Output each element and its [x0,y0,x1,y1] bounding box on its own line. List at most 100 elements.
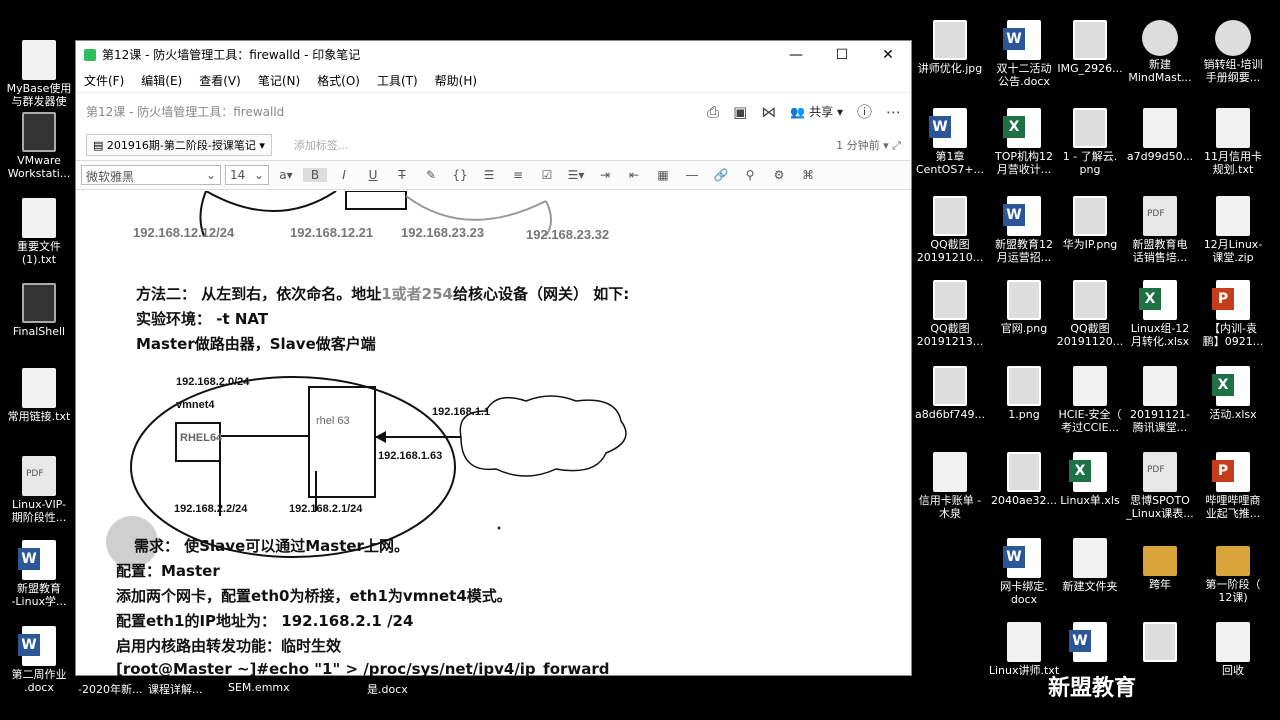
desktop-icon[interactable]: VMware Workstati... [0,112,78,180]
italic-icon[interactable]: I [332,168,356,182]
desktop-icon[interactable]: HCIE-安全（ 考过CCIE... [1051,366,1129,434]
highlight-icon[interactable]: ✎ [419,168,443,182]
menu-edit[interactable]: 编辑(E) [141,72,182,89]
print-icon[interactable]: ⎙ [707,103,719,121]
desktop-icon[interactable]: 新盟教育 -Linux学... [0,540,78,608]
desktop-icon-label: 第二周作业 .docx [11,668,67,694]
underline-icon[interactable]: U [361,168,385,182]
menu-format[interactable]: 格式(O) [317,72,360,89]
shortcut-icon[interactable]: ⌘ [796,168,820,182]
desktop-icon[interactable]: 销转组-培训 手册纲要... [1194,20,1272,84]
bold-icon[interactable]: B [303,168,327,182]
divider-icon[interactable]: ― [680,168,704,182]
chevron-down-icon: ⌄ [253,168,264,182]
notebook-selector[interactable]: ▤ 201916期-第二阶段-授课笔记 ▾ [86,134,272,156]
doc-file-icon [1143,366,1177,406]
desktop-icon[interactable]: 新建 MindMast... [1121,20,1199,84]
minimize-button[interactable]: — [773,47,819,63]
desktop-icon-label: Linux单.xls [1060,494,1120,507]
desktop-icon[interactable]: 12月Linux- 课堂.zip [1194,196,1272,264]
indent-icon[interactable]: ⇥ [593,168,617,182]
img-file-icon [1073,108,1107,148]
ppt-file-icon [1212,280,1250,320]
menu-file[interactable]: 文件(F) [84,72,124,89]
desktop-icon[interactable]: Linux组-12 月转化.xlsx [1121,280,1199,348]
share-nodes-icon[interactable]: ⋈ [761,103,776,121]
desktop-icon-label: 第1章 CentOS7+... [915,150,985,176]
share-button[interactable]: 👥 共享 ▾ [790,103,843,120]
strikethrough-icon[interactable]: T [390,168,414,182]
taskbar-item[interactable]: SEM.emmx [228,681,290,694]
tag-input[interactable]: 添加标签... [294,137,349,153]
menu-help[interactable]: 帮助(H) [435,72,477,89]
bullet-list-icon[interactable]: ☰ [477,168,501,182]
desktop-icon[interactable]: IMG_2926... [1051,20,1129,75]
close-button[interactable]: ✕ [865,47,911,63]
share-label: 共享 [809,105,834,119]
desktop-icon[interactable]: 新盟教育电 话销售培... [1121,196,1199,264]
desktop-icon[interactable]: 华为IP.png [1051,196,1129,251]
desktop-icon[interactable]: 跨年 [1121,538,1199,591]
desktop-icon[interactable]: a7d99d50... [1121,108,1199,163]
info-icon[interactable]: ⓘ [857,101,872,122]
desktop-icon[interactable]: 第二周作业 .docx [0,626,78,694]
desktop-icon[interactable]: 哔哩哔哩商 业起飞推... [1194,452,1272,520]
link-icon[interactable]: 🔗 [709,168,733,182]
font-family-select[interactable]: 微软雅黑 ⌄ [81,165,221,185]
desktop-icon[interactable]: 11月信用卡 规划.txt [1194,108,1272,176]
desktop-icon[interactable]: 1 - 了解云. png [1051,108,1129,176]
desktop-icon[interactable]: Linux单.xls [1051,452,1129,507]
forward-line: 启用内核路由转发功能：临时生效 [116,637,342,655]
desktop-icon[interactable]: 讲师优化.jpg [911,20,989,75]
desktop-icon[interactable]: QQ截图 20191213... [911,280,989,348]
desktop-icon[interactable]: 重要文件 (1).txt [0,198,78,266]
checkbox-icon[interactable]: ☑ [535,168,559,182]
taskbar-item[interactable]: 课程详解... [148,681,203,697]
desktop-icon[interactable]: Linux-VIP- 期阶段性... [0,456,78,524]
outdent-icon[interactable]: ⇤ [622,168,646,182]
code-icon[interactable]: {} [448,168,472,182]
desktop-icon[interactable] [1121,622,1199,664]
desktop-icon[interactable]: QQ截图 20191120... [1051,280,1129,348]
desktop-icon[interactable] [1051,622,1129,664]
desktop-icon[interactable]: 第1章 CentOS7+... [911,108,989,176]
font-size-select[interactable]: 14 ⌄ [225,165,269,185]
font-color-icon[interactable]: a▾ [274,168,298,182]
desktop-icon[interactable]: 思博SPOTO _Linux课表... [1121,452,1199,520]
location-icon[interactable]: ⚲ [738,168,762,182]
desktop-icon[interactable]: MyBase使用 与群发器使 [0,40,78,108]
note-title[interactable]: 第12课 - 防火墙管理工具：firewalld [86,103,693,120]
desktop-icon[interactable]: 常用链接.txt [0,368,78,423]
watermark: 新盟教育 [1048,676,1137,701]
desktop-icon[interactable]: 新建文件夹 [1051,538,1129,593]
present-icon[interactable]: ▣ [733,103,747,121]
taskbar-item[interactable]: 是.docx [367,681,408,697]
desktop-icon[interactable]: FinalShell [0,283,78,338]
menu-view[interactable]: 查看(V) [199,72,241,89]
table-icon[interactable]: ▦ [651,168,675,182]
menu-tools[interactable]: 工具(T) [377,72,418,89]
folder-file-icon [1143,546,1177,576]
more-icon[interactable]: ⋯ [886,103,901,121]
desktop-icon[interactable]: 回收 [1194,622,1272,677]
desktop-icon[interactable]: 信用卡账单 - 木泉 [911,452,989,520]
menu-note[interactable]: 笔记(N) [258,72,300,89]
env-line: 实验环境： -t NAT [136,310,269,328]
maximize-button[interactable]: ☐ [819,47,865,63]
desktop-icon[interactable]: 【内训-袁 鹏】0921... [1194,280,1272,348]
desktop-icon[interactable]: QQ截图 20191210... [911,196,989,264]
method2-line: 方法二： 从左到右，依次命名。地址1或者254给核心设备（网关） 如下: [136,283,629,304]
settings-icon[interactable]: ⚙ [767,168,791,182]
excel-file-icon [1139,280,1177,320]
numbered-list-icon[interactable]: ≡ [506,168,530,182]
note-content[interactable]: 192.168.12.12/24 192.168.12.21 192.168.2… [76,191,911,677]
desktop-icon[interactable]: a8d6bf749... [911,366,989,421]
desktop-icon-label: Linux组-12 月转化.xlsx [1130,322,1190,348]
desktop-icon[interactable]: 活动.xlsx [1194,366,1272,421]
align-icon[interactable]: ☰▾ [564,168,588,182]
img-file-icon [933,20,967,60]
taskbar-item[interactable]: -2020年新... [78,681,142,697]
modified-time[interactable]: 1 分钟前 ▾ ⤢ [836,137,901,153]
desktop-icon[interactable]: 第一阶段（ 12课) [1194,538,1272,604]
desktop-icon[interactable]: 20191121- 腾讯课堂... [1121,366,1199,434]
